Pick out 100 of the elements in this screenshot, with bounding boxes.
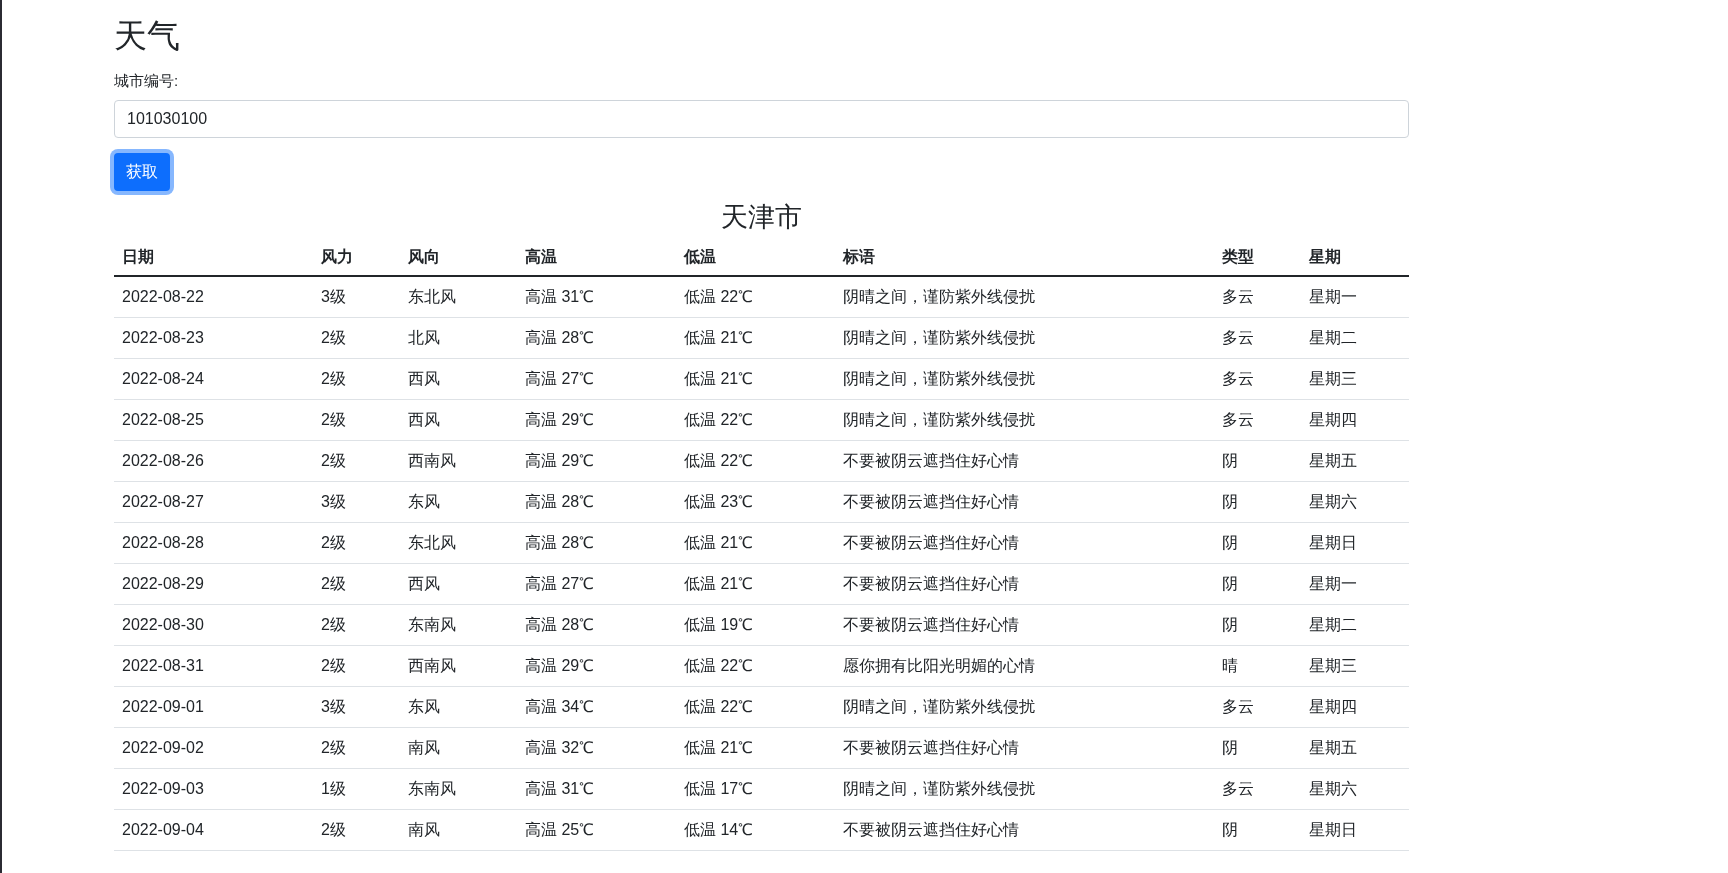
table-cell: 2022-08-24 [114, 358, 313, 399]
table-cell: 2022-08-25 [114, 399, 313, 440]
table-cell: 2022-09-02 [114, 727, 313, 768]
table-cell: 高温 27℃ [517, 358, 676, 399]
table-cell: 2级 [313, 809, 400, 850]
table-cell: 多云 [1214, 358, 1301, 399]
table-cell: 不要被阴云遮挡住好心情 [835, 481, 1214, 522]
table-cell: 东风 [400, 686, 517, 727]
table-cell: 高温 29℃ [517, 440, 676, 481]
table-cell: 多云 [1214, 276, 1301, 317]
table-cell: 1级 [313, 768, 400, 809]
table-cell: 西风 [400, 563, 517, 604]
table-cell: 不要被阴云遮挡住好心情 [835, 809, 1214, 850]
table-cell: 2022-08-27 [114, 481, 313, 522]
table-cell: 星期二 [1301, 604, 1409, 645]
table-cell: 高温 27℃ [517, 563, 676, 604]
table-cell: 高温 28℃ [517, 604, 676, 645]
column-header: 高温 [517, 239, 676, 276]
table-cell: 阴晴之间，谨防紫外线侵扰 [835, 768, 1214, 809]
table-cell: 2022-09-04 [114, 809, 313, 850]
table-cell: 2022-08-26 [114, 440, 313, 481]
table-cell: 阴晴之间，谨防紫外线侵扰 [835, 686, 1214, 727]
table-cell: 低温 22℃ [676, 276, 835, 317]
table-cell: 星期日 [1301, 809, 1409, 850]
table-cell: 星期四 [1301, 399, 1409, 440]
table-cell: 东北风 [400, 522, 517, 563]
table-cell: 3级 [313, 276, 400, 317]
table-cell: 阴 [1214, 563, 1301, 604]
column-header: 风向 [400, 239, 517, 276]
table-cell: 2022-08-30 [114, 604, 313, 645]
table-cell: 晴 [1214, 645, 1301, 686]
table-cell: 低温 21℃ [676, 563, 835, 604]
table-cell: 北风 [400, 317, 517, 358]
field-label: 城市编号: [114, 71, 180, 91]
table-cell: 高温 29℃ [517, 645, 676, 686]
table-cell: 高温 28℃ [517, 481, 676, 522]
table-cell: 低温 21℃ [676, 358, 835, 399]
table-cell: 多云 [1214, 686, 1301, 727]
table-cell: 低温 21℃ [676, 317, 835, 358]
table-cell: 南风 [400, 727, 517, 768]
table-cell: 2022-08-28 [114, 522, 313, 563]
table-cell: 2级 [313, 522, 400, 563]
table-cell: 东北风 [400, 276, 517, 317]
table-cell: 高温 32℃ [517, 727, 676, 768]
table-cell: 低温 22℃ [676, 645, 835, 686]
table-cell: 西风 [400, 358, 517, 399]
table-cell: 2级 [313, 645, 400, 686]
column-header: 星期 [1301, 239, 1409, 276]
table-cell: 2022-08-23 [114, 317, 313, 358]
table-cell: 东风 [400, 481, 517, 522]
table-cell: 2022-09-03 [114, 768, 313, 809]
table-cell: 2级 [313, 317, 400, 358]
table-cell: 3级 [313, 686, 400, 727]
table-cell: 西风 [400, 399, 517, 440]
table-cell: 星期一 [1301, 276, 1409, 317]
table-cell: 星期四 [1301, 686, 1409, 727]
table-cell: 星期二 [1301, 317, 1409, 358]
table-cell: 低温 17℃ [676, 768, 835, 809]
table-cell: 低温 23℃ [676, 481, 835, 522]
table-cell: 星期六 [1301, 481, 1409, 522]
table-cell: 3级 [313, 481, 400, 522]
table-cell: 不要被阴云遮挡住好心情 [835, 440, 1214, 481]
page-title: 天气 [114, 16, 181, 56]
table-cell: 2022-09-01 [114, 686, 313, 727]
table-cell: 东南风 [400, 604, 517, 645]
table-cell: 阴晴之间，谨防紫外线侵扰 [835, 358, 1214, 399]
table-cell: 低温 14℃ [676, 809, 835, 850]
table-cell: 不要被阴云遮挡住好心情 [835, 563, 1214, 604]
table-cell: 星期五 [1301, 440, 1409, 481]
table-cell: 星期日 [1301, 522, 1409, 563]
table-cell: 2级 [313, 358, 400, 399]
table-cell: 2级 [313, 604, 400, 645]
column-header: 标语 [835, 239, 1214, 276]
table-cell: 星期一 [1301, 563, 1409, 604]
table-cell: 南风 [400, 809, 517, 850]
table-cell: 多云 [1214, 317, 1301, 358]
table-cell: 低温 22℃ [676, 686, 835, 727]
city-code-field[interactable]: 101030100 [114, 100, 1409, 138]
table-cell: 2022-08-22 [114, 276, 313, 317]
table-cell: 2级 [313, 727, 400, 768]
table-cell: 不要被阴云遮挡住好心情 [835, 727, 1214, 768]
table-cell: 西南风 [400, 645, 517, 686]
table-cell: 高温 28℃ [517, 317, 676, 358]
table-cell: 西南风 [400, 440, 517, 481]
column-header: 日期 [114, 239, 313, 276]
table-cell: 阴 [1214, 481, 1301, 522]
table-cell: 高温 34℃ [517, 686, 676, 727]
table-cell: 阴 [1214, 604, 1301, 645]
table-cell: 2级 [313, 563, 400, 604]
table-cell: 高温 31℃ [517, 768, 676, 809]
table-cell: 星期五 [1301, 727, 1409, 768]
column-header: 风力 [313, 239, 400, 276]
table-cell: 2022-08-31 [114, 645, 313, 686]
column-header: 类型 [1214, 239, 1301, 276]
table-cell: 不要被阴云遮挡住好心情 [835, 604, 1214, 645]
table-cell: 高温 29℃ [517, 399, 676, 440]
table-cell: 低温 21℃ [676, 522, 835, 563]
table-cell: 不要被阴云遮挡住好心情 [835, 522, 1214, 563]
table-cell: 低温 22℃ [676, 399, 835, 440]
table-cell: 阴 [1214, 727, 1301, 768]
